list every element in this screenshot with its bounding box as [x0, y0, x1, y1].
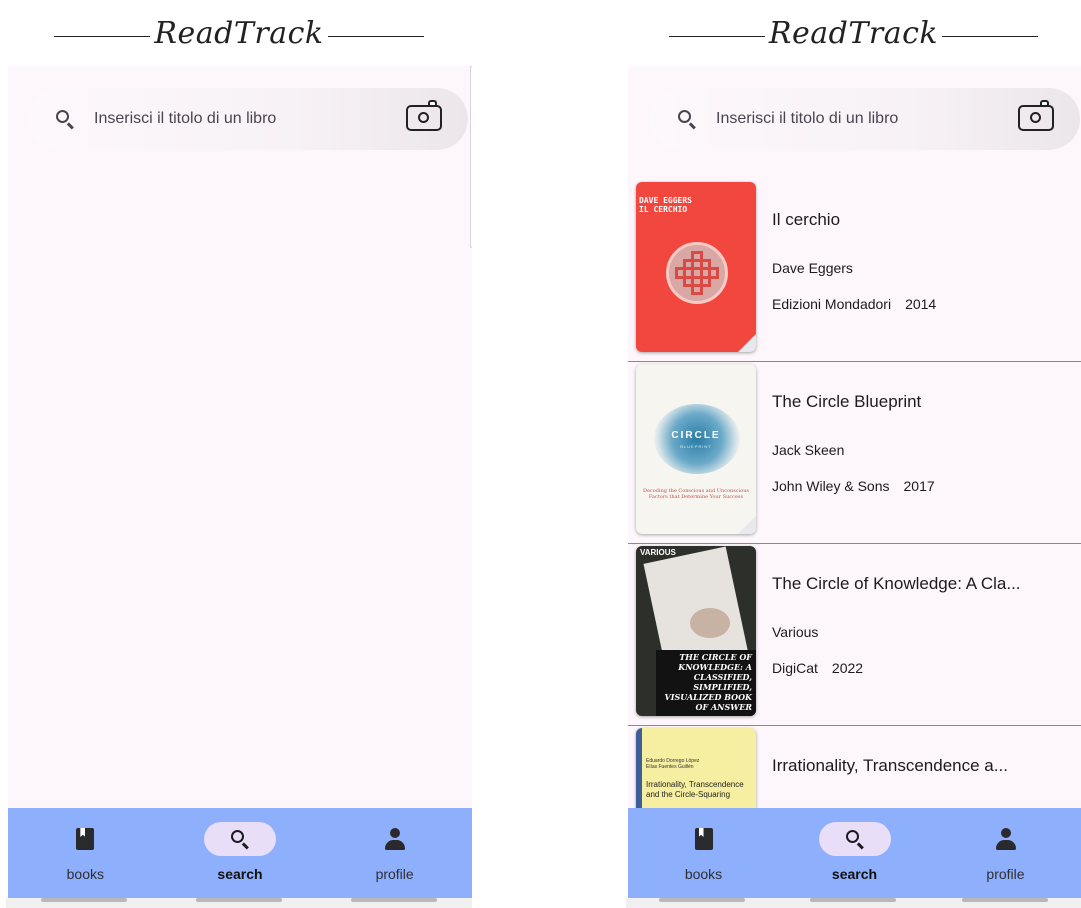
side-panel-edge — [470, 66, 472, 248]
screen-empty-search: ReadTrack Inserisci il titolo di un libr… — [6, 0, 472, 908]
book-title: The Circle Blueprint — [772, 392, 922, 411]
header-divider-right — [327, 35, 424, 37]
bottom-nav: books search profile — [628, 808, 1081, 898]
search-bar[interactable]: Inserisci il titolo di un libro — [28, 88, 468, 150]
book-author: Jack Skeen — [772, 442, 845, 458]
person-icon — [995, 828, 1017, 850]
nav-search[interactable]: search — [185, 822, 295, 882]
book-cover: VARIOUS THE CIRCLE OF KNOWLEDGE: A CLASS… — [636, 546, 756, 716]
book-author: Various — [772, 624, 819, 640]
list-item[interactable]: DAVE EGGERS IL CERCHIO Il cerchio Dave Eg… — [628, 180, 1081, 362]
app-brand: ReadTrack — [154, 15, 324, 51]
book-year: 2014 — [905, 296, 937, 312]
nav-books-label: books — [66, 866, 104, 882]
book-publisher: John Wiley & Sons — [772, 478, 890, 494]
bottom-nav: books search profile — [8, 808, 472, 898]
book-publisher: Edizioni Mondadori — [772, 296, 892, 312]
book-year: 2017 — [903, 478, 935, 494]
book-icon — [694, 828, 713, 850]
search-bar[interactable]: Inserisci il titolo di un libro — [650, 88, 1080, 150]
book-author: Dave Eggers — [772, 260, 853, 276]
book-icon — [76, 828, 95, 850]
book-title: Il cerchio — [772, 210, 841, 229]
book-cover: DAVE EGGERS IL CERCHIO — [636, 182, 756, 352]
nav-profile[interactable]: profile — [340, 822, 450, 882]
header-divider-left — [668, 35, 765, 37]
search-icon — [676, 108, 698, 130]
book-title: Irrationality, Transcendence a... — [772, 756, 1008, 775]
search-icon — [229, 828, 251, 850]
list-item[interactable]: Eduardo Dorrego López Elías Fuentes Guill… — [628, 726, 1081, 810]
app-header: ReadTrack — [6, 0, 472, 66]
screen-search-results: ReadTrack Inserisci il titolo di un libr… — [626, 0, 1081, 908]
nav-books[interactable]: books — [30, 822, 140, 882]
book-cover: Eduardo Dorrego López Elías Fuentes Guill… — [636, 728, 756, 810]
search-content: Inserisci il titolo di un libro DAVE EGG… — [628, 66, 1081, 810]
results-list: DAVE EGGERS IL CERCHIO Il cerchio Dave Eg… — [628, 180, 1081, 810]
system-gesture-bar — [6, 898, 472, 908]
nav-search-label: search — [217, 866, 263, 882]
person-icon — [384, 828, 406, 850]
nav-books[interactable]: books — [649, 822, 759, 882]
book-year: 2022 — [831, 660, 864, 676]
header-divider-right — [942, 35, 1039, 37]
search-content: Inserisci il titolo di un libro — [8, 66, 472, 810]
nav-profile-label: profile — [375, 866, 414, 882]
search-icon — [844, 828, 866, 850]
list-item[interactable]: VARIOUS THE CIRCLE OF KNOWLEDGE: A CLASS… — [628, 544, 1081, 726]
app-brand: ReadTrack — [768, 15, 939, 51]
header-divider-left — [54, 35, 151, 37]
camera-icon[interactable] — [1018, 100, 1054, 131]
system-gesture-bar — [626, 898, 1081, 908]
nav-books-label: books — [684, 866, 723, 882]
app-header: ReadTrack — [626, 0, 1081, 66]
nav-profile[interactable]: profile — [951, 822, 1061, 882]
list-item[interactable]: CIRCLE BLUEPRINT Decoding the Conscious … — [628, 362, 1081, 544]
book-title: The Circle of Knowledge: A Cla... — [772, 574, 1021, 593]
book-publisher: DigiCat — [772, 660, 818, 676]
book-cover: CIRCLE BLUEPRINT Decoding the Conscious … — [636, 364, 756, 534]
camera-icon[interactable] — [406, 100, 442, 131]
nav-search-label: search — [831, 866, 878, 882]
nav-profile-label: profile — [986, 866, 1025, 882]
search-icon — [54, 108, 76, 130]
nav-search[interactable]: search — [800, 822, 910, 882]
